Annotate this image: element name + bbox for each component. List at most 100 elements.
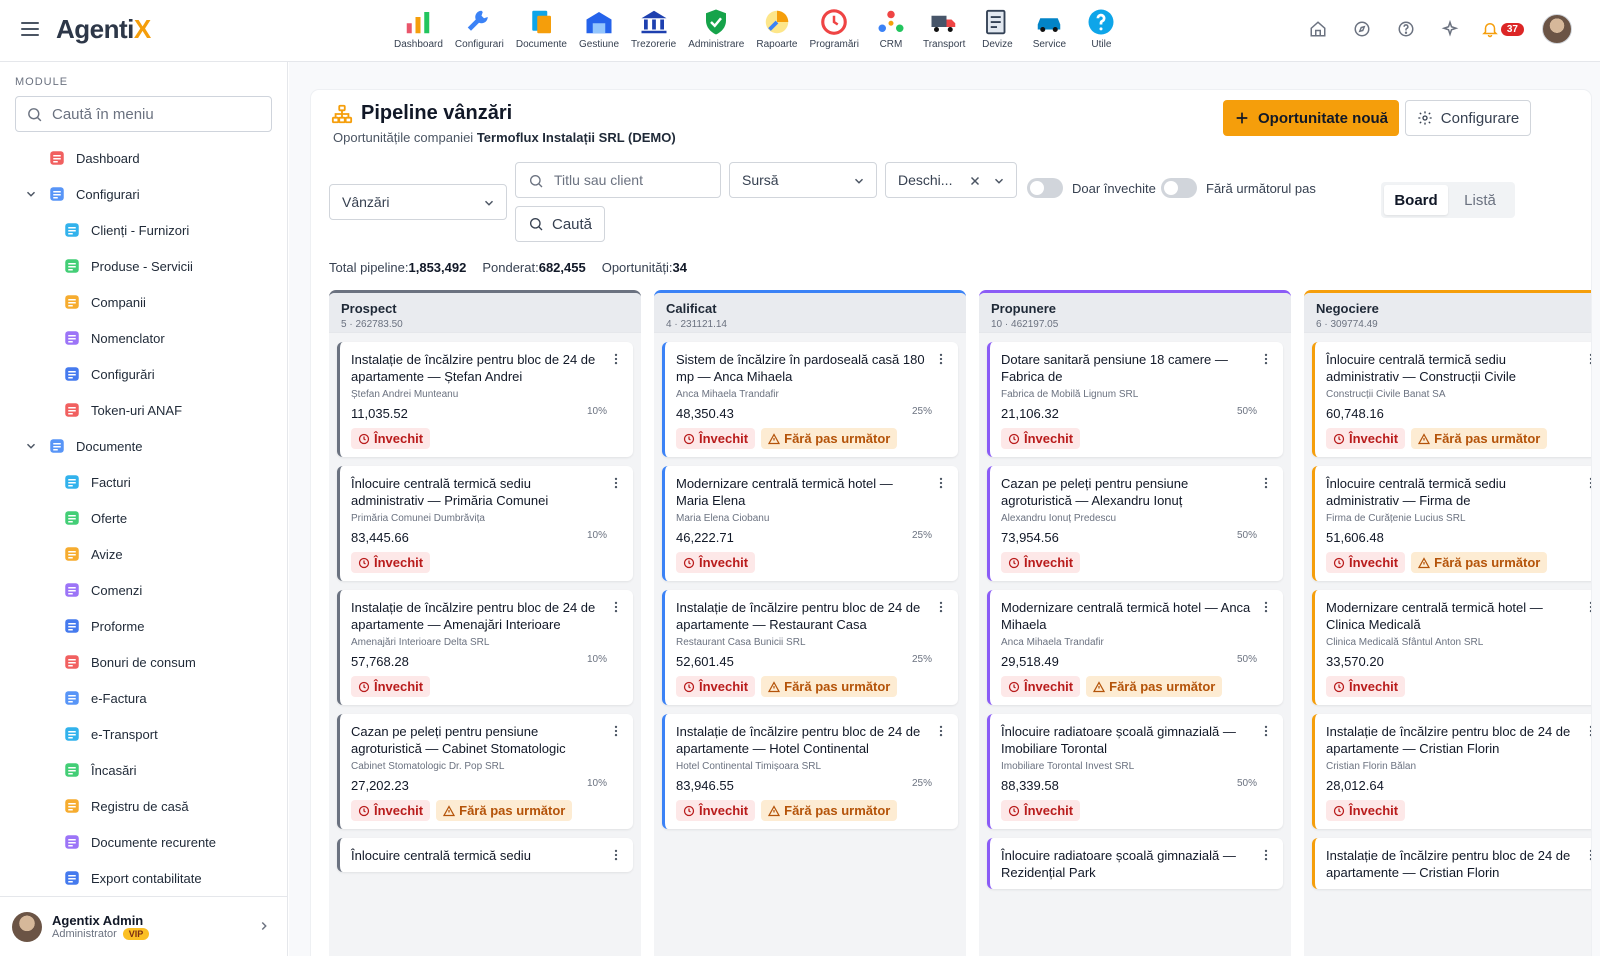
more-vertical-icon[interactable] (1584, 724, 1591, 738)
module-devize[interactable]: Devize (971, 6, 1023, 50)
help-icon[interactable] (1393, 16, 1419, 42)
opportunity-card[interactable]: Instalație de încălzire pentru bloc de 2… (662, 714, 958, 829)
module-administrare[interactable]: Administrare (682, 6, 750, 50)
sidebar-item-produse-servicii[interactable]: Produse - Servicii (0, 248, 287, 284)
opportunity-card[interactable]: Instalație de încălzire pentru bloc de 2… (662, 590, 958, 705)
more-vertical-icon[interactable] (1584, 848, 1591, 862)
more-vertical-icon[interactable] (1259, 724, 1273, 738)
opportunity-card[interactable]: Instalație de încălzire pentru bloc de 2… (1312, 838, 1591, 889)
user-avatar[interactable] (1542, 14, 1572, 44)
card-client: Anca Mihaela Trandafir (1001, 637, 1104, 648)
module-gestiune[interactable]: Gestiune (573, 6, 625, 50)
sidebar-item-registru-de-casa[interactable]: Registru de casă (0, 788, 287, 824)
sidebar-user[interactable]: Agentix Admin Administrator VIP (0, 896, 287, 956)
view-list-button[interactable]: Listă (1448, 185, 1512, 215)
chevron-down-icon[interactable] (24, 439, 38, 453)
search-input[interactable]: Titlu sau client (515, 162, 721, 198)
sidebar-item-oferte[interactable]: Oferte (0, 500, 287, 536)
module-crm[interactable]: CRM (865, 6, 917, 50)
module-documente[interactable]: Documente (510, 6, 573, 50)
sidebar-item-documente[interactable]: Documente (0, 428, 287, 464)
sidebar-item-documente-recurente[interactable]: Documente recurente (0, 824, 287, 860)
more-vertical-icon[interactable] (609, 352, 623, 366)
module-rapoarte[interactable]: Rapoarte (750, 6, 803, 50)
menu-toggle-icon[interactable] (21, 22, 39, 36)
sidebar-item-export-contabilitate[interactable]: Export contabilitate (0, 860, 287, 896)
more-vertical-icon[interactable] (1584, 476, 1591, 490)
module-trezorerie[interactable]: Trezorerie (625, 6, 682, 50)
module-programari[interactable]: Programări (804, 6, 865, 50)
opportunity-card[interactable]: Înlocuire centrală termică sediu adminis… (1312, 342, 1591, 457)
more-vertical-icon[interactable] (1259, 848, 1273, 862)
sparkle-icon[interactable] (1437, 16, 1463, 42)
opportunity-card[interactable]: Cazan pe peleți pentru pensiune agroturi… (987, 466, 1283, 581)
sidebar-item-e-transport[interactable]: e-Transport (0, 716, 287, 752)
sidebar-item-token-uri-anaf[interactable]: Token-uri ANAF (0, 392, 287, 428)
module-transport[interactable]: Transport (917, 6, 971, 50)
opportunity-card[interactable]: Modernizare centrală termică hotel — Anc… (987, 590, 1283, 705)
new-opportunity-button[interactable]: Oportunitate nouă (1223, 100, 1399, 136)
opportunity-card[interactable]: Sistem de încălzire în pardoseală casă 1… (662, 342, 958, 457)
configure-button[interactable]: Configurare (1405, 100, 1531, 136)
sidebar-item-comenzi[interactable]: Comenzi (0, 572, 287, 608)
opportunity-card[interactable]: Înlocuire radiatoare școală gimnazială —… (987, 838, 1283, 889)
sidebar-item-clienti-furnizori[interactable]: Clienți - Furnizori (0, 212, 287, 248)
more-vertical-icon[interactable] (1584, 352, 1591, 366)
module-dashboard[interactable]: Dashboard (388, 6, 449, 50)
opportunity-card[interactable]: Înlocuire radiatoare școală gimnazială —… (987, 714, 1283, 829)
more-vertical-icon[interactable] (934, 600, 948, 614)
more-vertical-icon[interactable] (934, 724, 948, 738)
opportunity-card[interactable]: Instalație de încălzire pentru bloc de 2… (337, 342, 633, 457)
switch[interactable] (1161, 178, 1197, 198)
toggle-no-next-step[interactable]: Fără următorul pas (1161, 178, 1316, 198)
opportunity-card[interactable]: Înlocuire centrală termică sediu (337, 838, 633, 872)
sidebar-item-companii[interactable]: Companii (0, 284, 287, 320)
sidebar-item-dashboard[interactable]: Dashboard (0, 140, 287, 176)
more-vertical-icon[interactable] (609, 848, 623, 862)
sidebar-item-incasari[interactable]: Încasări (0, 752, 287, 788)
sidebar-item-facturi[interactable]: Facturi (0, 464, 287, 500)
search-button[interactable]: Caută (515, 206, 606, 242)
more-vertical-icon[interactable] (609, 724, 623, 738)
more-vertical-icon[interactable] (1259, 600, 1273, 614)
opportunity-card[interactable]: Cazan pe peleți pentru pensiune agroturi… (337, 714, 633, 829)
sidebar-item-nomenclator[interactable]: Nomenclator (0, 320, 287, 356)
opportunity-card[interactable]: Instalație de încălzire pentru bloc de 2… (1312, 714, 1591, 829)
sidebar-search-input[interactable]: Caută în meniu (15, 96, 272, 132)
status-select[interactable]: Deschi... (885, 162, 1017, 198)
source-select[interactable]: Sursă (729, 162, 877, 198)
module-configurari[interactable]: Configurari (449, 6, 510, 50)
switch[interactable] (1027, 178, 1063, 198)
more-vertical-icon[interactable] (609, 476, 623, 490)
more-vertical-icon[interactable] (1259, 476, 1273, 490)
more-vertical-icon[interactable] (934, 352, 948, 366)
more-vertical-icon[interactable] (934, 476, 948, 490)
sidebar-item-configurari[interactable]: Configurari (0, 176, 287, 212)
clear-icon[interactable] (968, 174, 982, 188)
column-propunere: Propunere 10 · 462197.05 Dotare sanitară… (979, 290, 1291, 956)
opportunity-card[interactable]: Modernizare centrală termică hotel — Cli… (1312, 590, 1591, 705)
module-utile[interactable]: Utile (1075, 6, 1127, 50)
opportunity-card[interactable]: Înlocuire centrală termică sediu adminis… (337, 466, 633, 581)
chevron-down-icon[interactable] (24, 187, 38, 201)
module-service[interactable]: Service (1023, 6, 1075, 50)
more-vertical-icon[interactable] (1584, 600, 1591, 614)
app-logo[interactable]: AgentiX (56, 14, 151, 45)
sidebar-item-proforme[interactable]: Proforme (0, 608, 287, 644)
opportunity-card[interactable]: Dotare sanitară pensiune 18 camere — Fab… (987, 342, 1283, 457)
opportunity-card[interactable]: Înlocuire centrală termică sediu adminis… (1312, 466, 1591, 581)
view-board-button[interactable]: Board (1384, 185, 1448, 215)
sidebar-item-bonuri-de-consum[interactable]: Bonuri de consum (0, 644, 287, 680)
sidebar-item-e-factura[interactable]: e-Factura (0, 680, 287, 716)
pipeline-select[interactable]: Vânzări (329, 184, 507, 220)
notifications-button[interactable]: 37 (1481, 20, 1524, 38)
compass-icon[interactable] (1349, 16, 1375, 42)
home-icon[interactable] (1305, 16, 1331, 42)
sidebar-item-configurari[interactable]: Configurări (0, 356, 287, 392)
more-vertical-icon[interactable] (609, 600, 623, 614)
more-vertical-icon[interactable] (1259, 352, 1273, 366)
opportunity-card[interactable]: Instalație de încălzire pentru bloc de 2… (337, 590, 633, 705)
toggle-stale-only[interactable]: Doar învechite (1027, 178, 1156, 198)
sidebar-item-avize[interactable]: Avize (0, 536, 287, 572)
opportunity-card[interactable]: Modernizare centrală termică hotel — Mar… (662, 466, 958, 581)
